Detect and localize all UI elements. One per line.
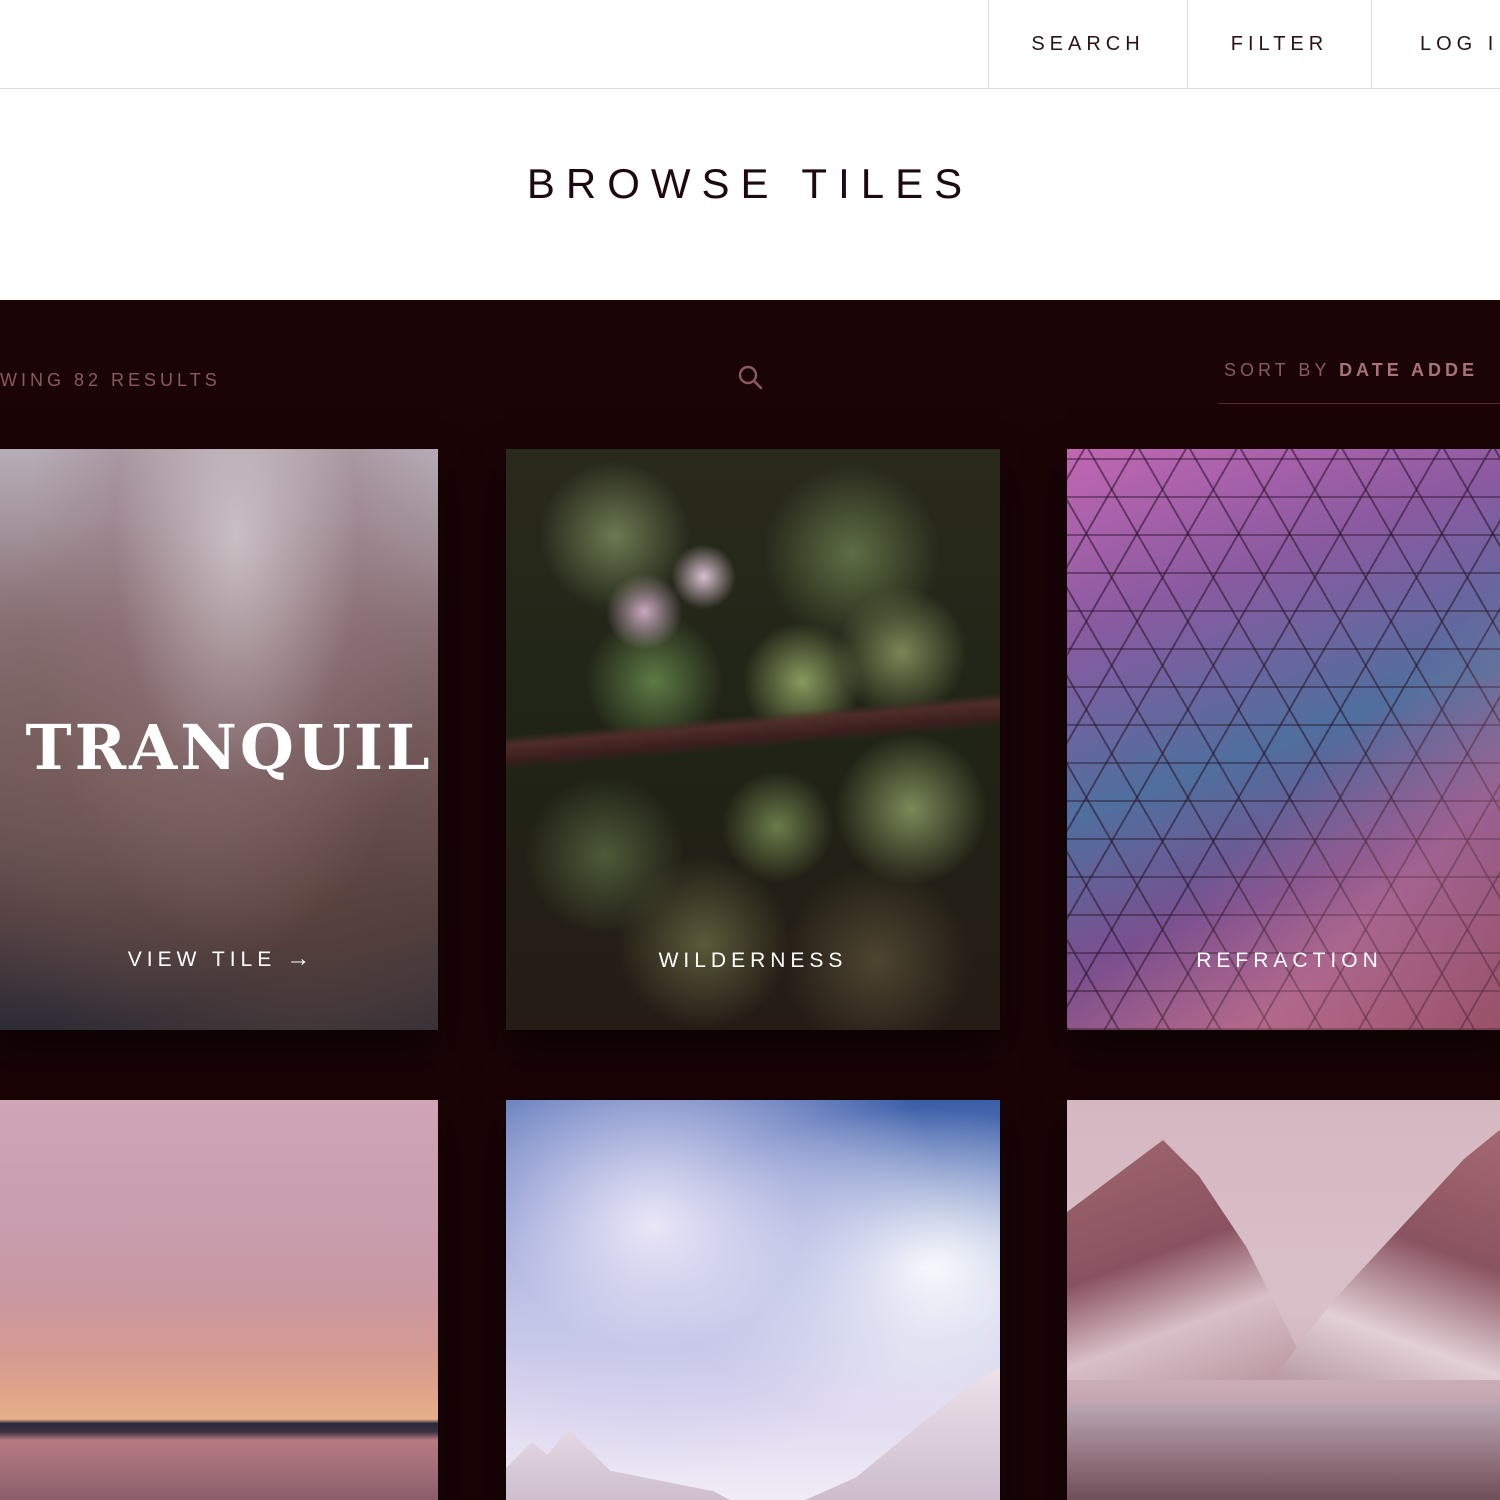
top-navigation: SEARCH FILTER LOG I <box>0 0 1500 89</box>
snow-mountain-right <box>760 1367 1000 1500</box>
tile-refraction[interactable]: REFRACTION <box>1067 449 1500 1030</box>
tile-mountain-lake[interactable] <box>1067 1100 1500 1500</box>
search-icon <box>738 365 763 390</box>
arrow-right-icon: → <box>286 945 311 972</box>
tile-gallery: WING 82 RESULTS SORT BY DATE ADDE TRANQU… <box>0 300 1500 1500</box>
tile-wilderness[interactable]: WILDERNESS <box>506 449 1000 1030</box>
search-button[interactable] <box>735 362 765 392</box>
tile-label: WILDERNESS <box>658 949 848 972</box>
sort-value: DATE ADDE <box>1339 360 1479 380</box>
snow-mountain-left <box>506 1429 766 1500</box>
results-count: WING 82 RESULTS <box>0 370 221 390</box>
nav-filter-link[interactable]: FILTER <box>1187 0 1371 88</box>
sort-dropdown[interactable]: SORT BY DATE ADDE <box>1218 360 1500 404</box>
view-tile-link[interactable]: VIEW TILE → <box>0 945 438 973</box>
mountain-right <box>1272 1120 1500 1380</box>
page-title: BROWSE TILES <box>526 160 974 207</box>
tile-sunset-lake[interactable] <box>0 1100 438 1500</box>
mountain-left <box>1067 1140 1307 1380</box>
view-tile-label: VIEW TILE <box>127 948 277 971</box>
sort-prefix: SORT BY <box>1224 360 1331 380</box>
tile-tranquil[interactable]: TRANQUIL VIEW TILE → <box>0 449 438 1030</box>
tile-label: REFRACTION <box>1196 949 1383 972</box>
tile-brand-name: TRANQUIL <box>25 711 433 784</box>
nav-search-link[interactable]: SEARCH <box>988 0 1187 88</box>
tile-snowy-sky[interactable] <box>506 1100 1000 1500</box>
nav-login-link[interactable]: LOG I <box>1371 0 1500 88</box>
lake-water <box>1067 1405 1500 1500</box>
